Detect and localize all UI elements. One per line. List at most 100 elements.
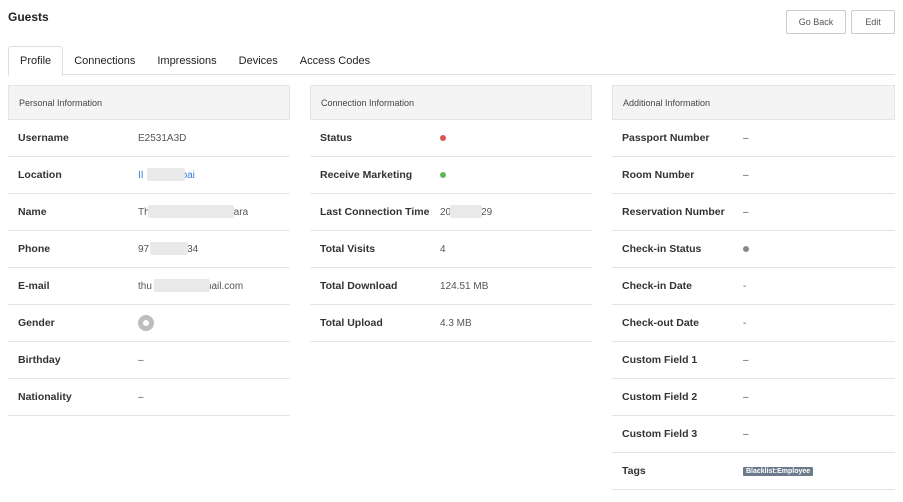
custom-field-1-row: Custom Field 1 – [612, 342, 895, 379]
location-row: Location II bai [8, 157, 290, 194]
custom-field-3-label: Custom Field 3 [622, 428, 698, 440]
email-row: E-mail thu nail.com [8, 268, 290, 305]
custom-field-3-value: – [743, 428, 749, 440]
checkin-date-value: - [743, 280, 747, 292]
redaction-mask [148, 204, 234, 218]
reservation-value: – [743, 206, 749, 218]
panel-header: Personal Information [8, 85, 290, 120]
checkin-date-label: Check-in Date [622, 280, 693, 292]
username-value: E2531A3D [138, 132, 187, 144]
edit-button[interactable]: Edit [851, 10, 895, 34]
username-row: Username E2531A3D [8, 120, 290, 157]
page-title: Guests [8, 10, 49, 24]
checkout-date-row: Check-out Date - [612, 305, 895, 342]
email-value-start: thu [138, 280, 152, 292]
name-value: Th ara [138, 204, 249, 218]
gender-unknown-icon [138, 315, 154, 331]
name-row: Name Th ara [8, 194, 290, 231]
last-connection-value-end: 29 [481, 206, 493, 218]
status-indicator-icon [440, 135, 446, 141]
reservation-label: Reservation Number [622, 206, 725, 218]
total-download-value: 124.51 MB [440, 280, 489, 292]
phone-value: 97 34 [138, 241, 199, 255]
total-upload-row: Total Upload 4.3 MB [310, 305, 592, 342]
passport-label: Passport Number [622, 132, 710, 144]
receive-marketing-label: Receive Marketing [320, 169, 413, 181]
additional-information-panel: Additional Information Passport Number –… [612, 85, 895, 490]
checkin-date-row: Check-in Date - [612, 268, 895, 305]
total-visits-value: 4 [440, 243, 446, 255]
gender-row: Gender [8, 305, 290, 342]
total-download-label: Total Download [320, 280, 398, 292]
marketing-indicator-icon [440, 172, 446, 178]
redaction-mask [450, 204, 482, 218]
status-label: Status [320, 132, 353, 144]
redaction-mask [150, 241, 188, 255]
location-label: Location [18, 169, 62, 181]
checkin-status-label: Check-in Status [622, 243, 702, 255]
custom-field-2-row: Custom Field 2 – [612, 379, 895, 416]
phone-value-end: 34 [187, 243, 199, 255]
gender-label: Gender [18, 317, 55, 329]
passport-value: – [743, 132, 749, 144]
checkin-status-indicator-icon [743, 246, 749, 252]
tags-row: Tags Blacklist:Employee [612, 453, 895, 490]
email-value-end: nail.com [205, 280, 244, 292]
nationality-row: Nationality – [8, 379, 290, 416]
total-upload-label: Total Upload [320, 317, 383, 329]
birthday-value: – [138, 354, 144, 366]
passport-row: Passport Number – [612, 120, 895, 157]
custom-field-2-label: Custom Field 2 [622, 391, 698, 403]
room-value: – [743, 169, 749, 181]
guest-profile-page: Guests Go Back Edit Profile Connections … [0, 0, 903, 502]
last-connection-value: 20 29 [440, 204, 493, 218]
email-value: thu nail.com [138, 278, 244, 292]
birthday-row: Birthday – [8, 342, 290, 379]
tags-label: Tags [622, 465, 646, 477]
nationality-label: Nationality [18, 391, 72, 403]
panel-header: Connection Information [310, 85, 592, 120]
custom-field-3-row: Custom Field 3 – [612, 416, 895, 453]
total-visits-label: Total Visits [320, 243, 376, 255]
status-row: Status [310, 120, 592, 157]
go-back-button[interactable]: Go Back [786, 10, 846, 34]
tab-access-codes[interactable]: Access Codes [289, 46, 381, 75]
custom-field-1-value: – [743, 354, 749, 366]
redaction-mask [154, 278, 210, 292]
total-visits-row: Total Visits 4 [310, 231, 592, 268]
receive-marketing-row: Receive Marketing [310, 157, 592, 194]
email-label: E-mail [18, 280, 50, 292]
personal-information-panel: Personal Information Username E2531A3D L… [8, 85, 290, 416]
last-connection-label: Last Connection Time [320, 206, 430, 218]
tab-impressions[interactable]: Impressions [146, 46, 227, 75]
checkin-status-row: Check-in Status [612, 231, 895, 268]
tab-profile[interactable]: Profile [8, 46, 64, 76]
room-label: Room Number [622, 169, 695, 181]
location-link[interactable]: II bai [138, 167, 195, 181]
phone-value-start: 97 [138, 243, 150, 255]
phone-label: Phone [18, 243, 51, 255]
reservation-row: Reservation Number – [612, 194, 895, 231]
custom-field-1-label: Custom Field 1 [622, 354, 698, 366]
name-label: Name [18, 206, 47, 218]
checkout-date-label: Check-out Date [622, 317, 700, 329]
tab-bar: Profile Connections Impressions Devices … [8, 46, 895, 76]
room-row: Room Number – [612, 157, 895, 194]
panel-header: Additional Information [612, 85, 895, 120]
connection-information-panel: Connection Information Status Receive Ma… [310, 85, 592, 342]
custom-field-2-value: – [743, 391, 749, 403]
total-download-row: Total Download 124.51 MB [310, 268, 592, 305]
redaction-mask [147, 167, 185, 181]
tag-chip: Blacklist:Employee [743, 466, 814, 476]
checkout-date-value: - [743, 317, 747, 329]
nationality-value: – [138, 391, 144, 403]
phone-row: Phone 97 34 [8, 231, 290, 268]
total-upload-value: 4.3 MB [440, 317, 472, 329]
name-value-end: ara [233, 206, 249, 218]
tab-devices[interactable]: Devices [228, 46, 289, 75]
tab-connections[interactable]: Connections [63, 46, 146, 75]
location-value-start: II [138, 169, 144, 181]
username-label: Username [18, 132, 69, 144]
birthday-label: Birthday [18, 354, 61, 366]
last-connection-row: Last Connection Time 20 29 [310, 194, 592, 231]
